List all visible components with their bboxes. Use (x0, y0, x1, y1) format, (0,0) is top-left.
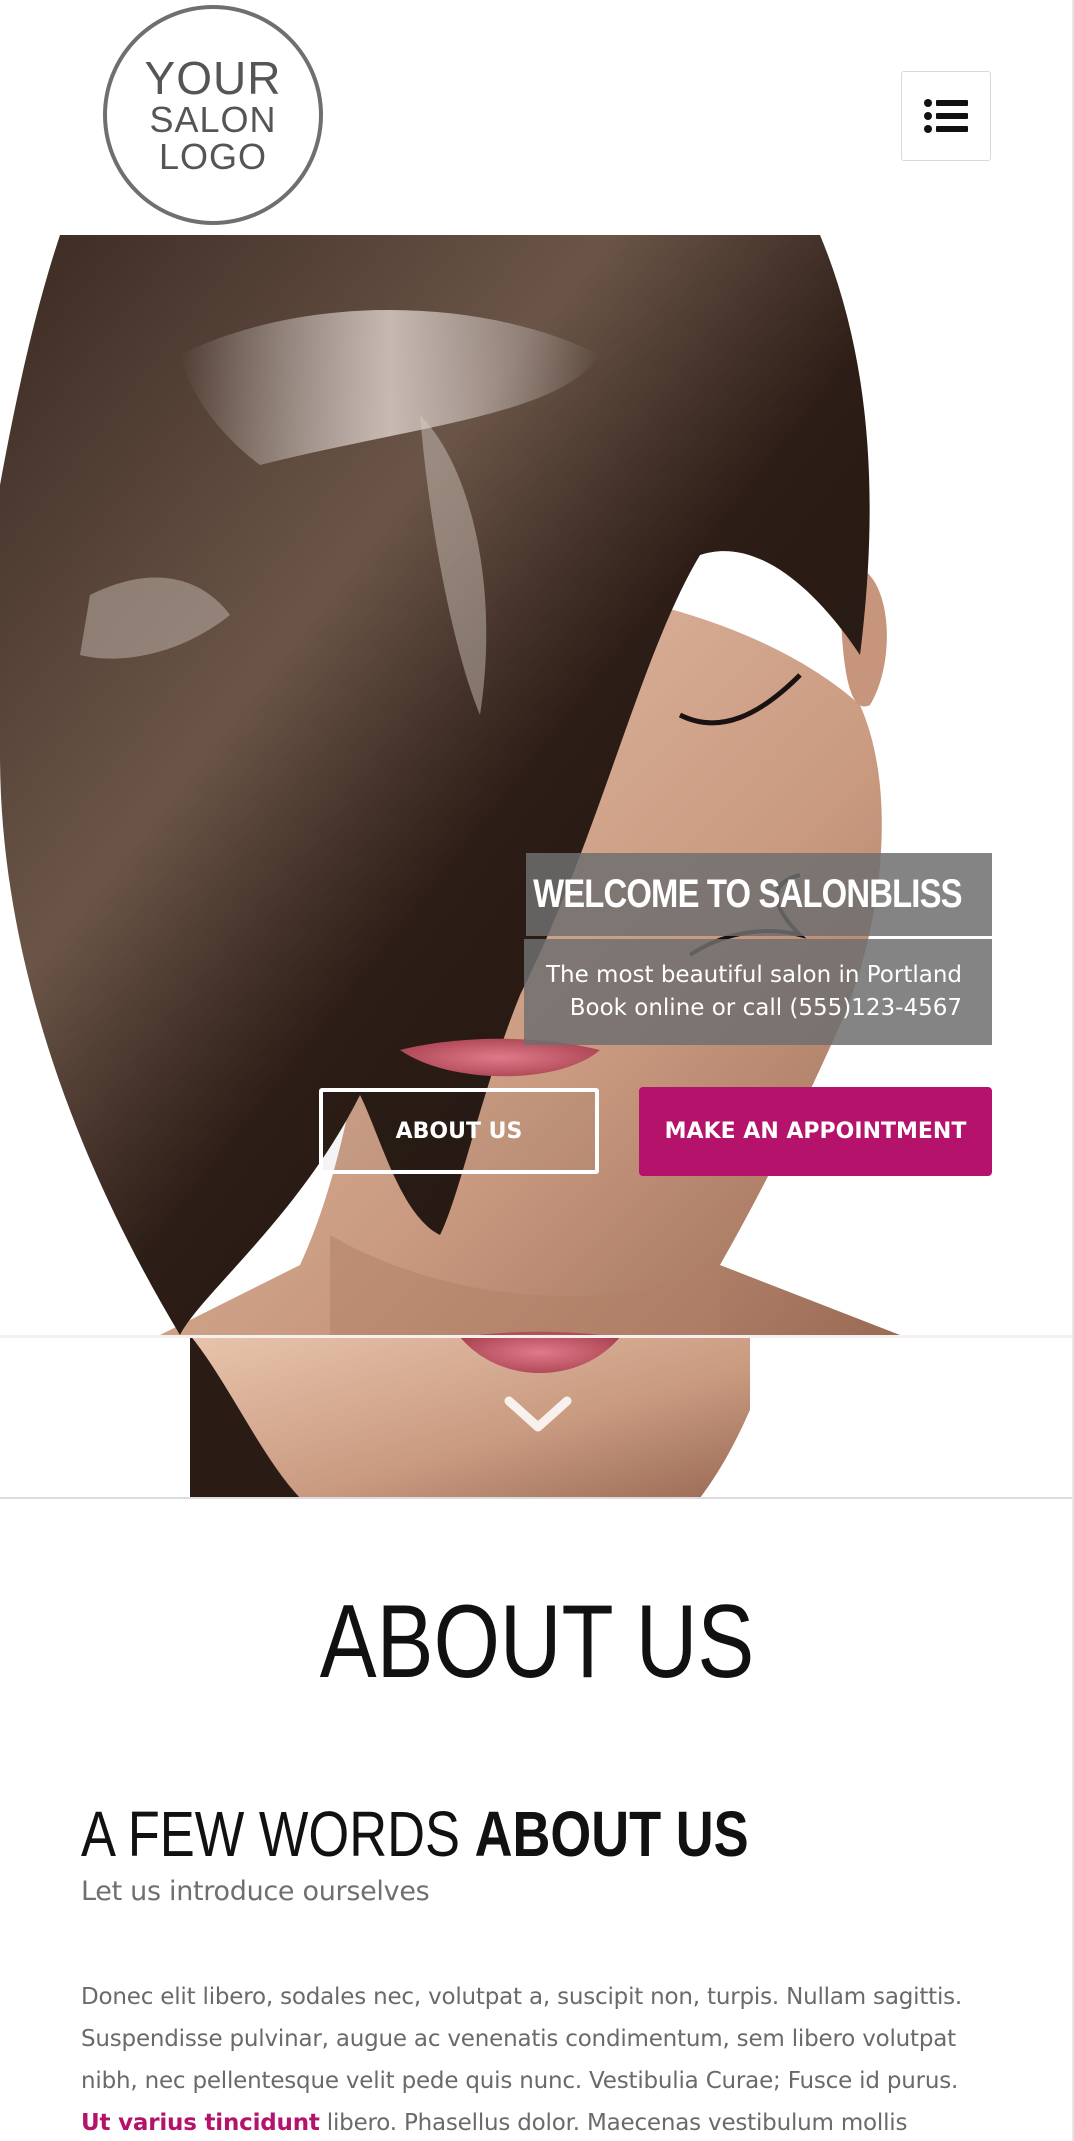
menu-toggle-button[interactable] (901, 71, 991, 161)
welcome-subtitle-box: The most beautiful salon in Portland Boo… (524, 939, 992, 1045)
about-us-heading: ABOUT US (319, 1584, 755, 1700)
about-body-text: Donec elit libero, sodales nec, volutpat… (81, 1976, 991, 2141)
about-us-button[interactable]: ABOUT US (319, 1088, 599, 1174)
about-subheading-bold: ABOUT US (474, 1798, 749, 1870)
about-subheading-light: A FEW WORDS (81, 1798, 475, 1870)
subtitle-line-1: The most beautiful salon in Portland (545, 962, 962, 988)
subtitle-line-2: Book online or call (555)123-4567 (569, 995, 962, 1021)
about-body-part-1: Donec elit libero, sodales nec, volutpat… (81, 1984, 963, 2094)
logo-line-3: LOGO (158, 136, 268, 177)
about-intro: Let us introduce ourselves (81, 1876, 430, 1907)
welcome-title: WELCOME TO SALONBLISS (533, 872, 962, 916)
about-body-part-2: libero. Phasellus dolor. Maecenas vestib… (319, 2110, 908, 2136)
welcome-banner: WELCOME TO SALONBLISS (526, 853, 992, 936)
salon-logo[interactable]: YOUR SALON LOGO (103, 5, 323, 225)
logo-line-1: YOUR (144, 52, 282, 104)
list-icon (924, 99, 968, 133)
about-subheading: A FEW WORDS ABOUT US (81, 1802, 749, 1866)
make-appointment-button[interactable]: MAKE AN APPOINTMENT (639, 1087, 992, 1176)
page: YOUR SALON LOGO WELCOME TO SALONBLISS Th… (0, 0, 1074, 2141)
chevron-down-icon[interactable] (503, 1395, 573, 1435)
about-body-link[interactable]: Ut varius tincidunt (81, 2110, 320, 2136)
hero-divider (0, 1497, 1074, 1499)
logo-line-2: SALON (149, 99, 277, 140)
